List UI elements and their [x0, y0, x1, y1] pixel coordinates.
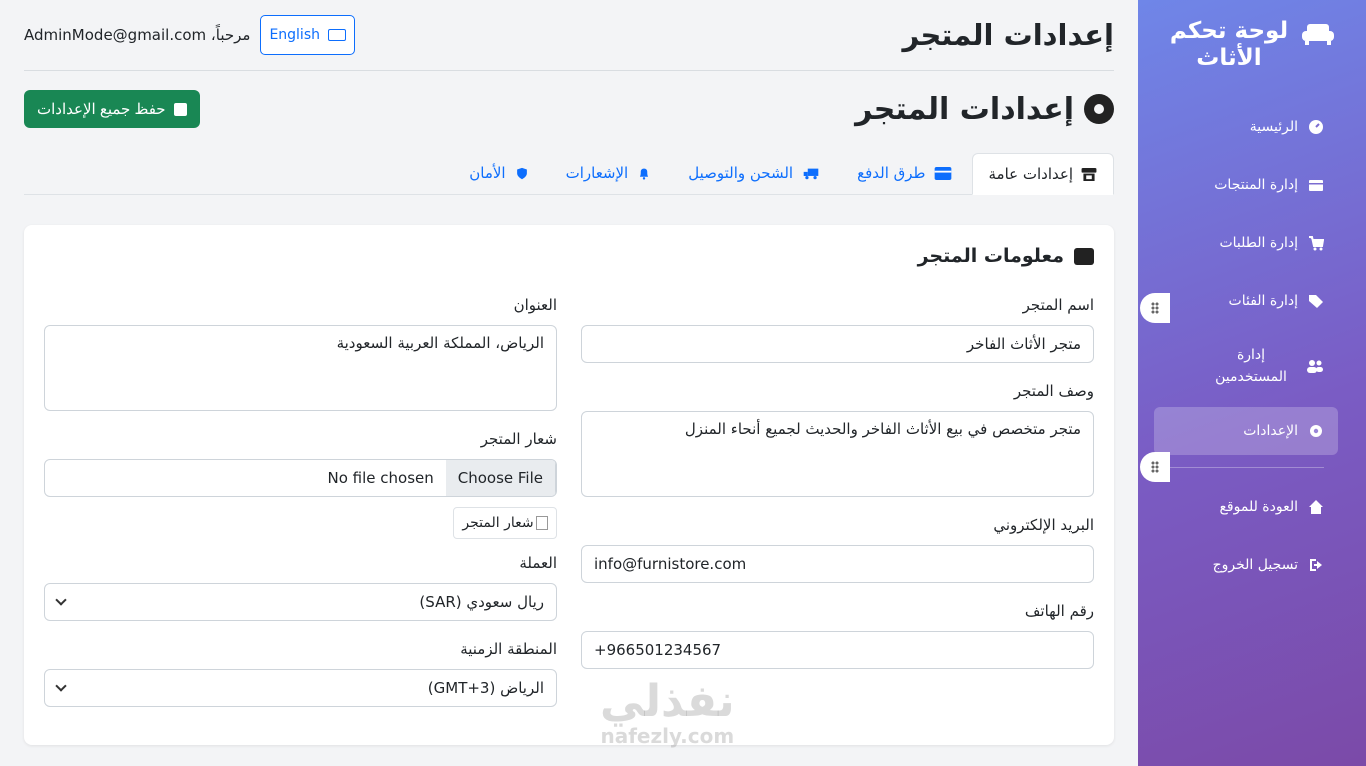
- sidebar-item-label: إدارة الفئات: [1228, 293, 1298, 309]
- currency-label: العملة: [519, 554, 557, 572]
- phone-input[interactable]: +966501234567: [581, 631, 1094, 669]
- credit-card-icon: [934, 166, 951, 180]
- phone-label: رقم الهاتف: [1024, 602, 1094, 620]
- tags-icon: [1309, 295, 1323, 308]
- tab-security[interactable]: الأمان: [453, 152, 545, 194]
- timezone-value: الرياض (GMT+3): [427, 679, 544, 697]
- top-bar: مرحباً، AdminMode@gmail.com English إعدا…: [24, 0, 1114, 71]
- grip-icon: [1151, 302, 1159, 314]
- sidebar-item-label: العودة للموقع: [1219, 499, 1298, 515]
- truck-icon: [803, 168, 819, 179]
- section-header: حفظ جميع الإعدادات إعدادات المتجر: [24, 71, 1114, 147]
- address-textarea[interactable]: الرياض، المملكة العربية السعودية: [44, 325, 557, 411]
- right-column: اسم المتجر متجر الأثاث الفاخر وصف المتجر…: [581, 295, 1094, 669]
- store-desc-textarea[interactable]: متجر متخصص في بيع الأثاث الفاخر والحديث …: [581, 411, 1094, 497]
- language-label: English: [269, 27, 320, 43]
- tab-label: إعدادات عامة: [988, 165, 1074, 183]
- file-status: No file chosen: [327, 469, 434, 487]
- address-label: العنوان: [513, 296, 557, 314]
- currency-value: ريال سعودي (SAR): [419, 593, 544, 611]
- tab-payment[interactable]: طرق الدفع: [841, 152, 967, 194]
- couch-icon: [1302, 24, 1334, 45]
- sidebar-item-home[interactable]: الرئيسية: [1154, 98, 1338, 156]
- sidebar-item-orders[interactable]: إدارة الطلبات: [1154, 214, 1338, 272]
- main-content: مرحباً، AdminMode@gmail.com English إعدا…: [24, 0, 1114, 745]
- greeting-text: مرحباً، AdminMode@gmail.com: [24, 26, 251, 44]
- settings-tabs: الأمان الإشعارات الشحن والتوصيل طرق الدف…: [24, 147, 1114, 195]
- watermark: نفذلي nafezly.com: [600, 676, 735, 749]
- sidebar-item-products[interactable]: إدارة المنتجات: [1154, 156, 1338, 214]
- choose-file-button[interactable]: Choose File: [445, 460, 556, 496]
- sidebar-item-back-to-site[interactable]: العودة للموقع: [1154, 478, 1338, 536]
- sidebar-item-users[interactable]: إدارة المستخدمين: [1154, 330, 1338, 402]
- currency-select[interactable]: ريال سعودي (SAR): [44, 583, 557, 621]
- gear-icon: [1084, 94, 1114, 124]
- cart-icon: [1309, 236, 1324, 251]
- sidebar: لوحة تحكم الأثاث الرئيسية إدارة المنتجات…: [1138, 0, 1366, 766]
- sidebar-item-logout[interactable]: تسجيل الخروج: [1154, 536, 1338, 594]
- store-icon: [1081, 167, 1097, 181]
- tab-label: الشحن والتوصيل: [688, 164, 794, 182]
- chevron-down-icon: [55, 594, 67, 606]
- store-icon: [1074, 247, 1094, 265]
- watermark-arabic: نفذلي: [600, 676, 735, 727]
- logo-alt-text: شعار المتجر: [462, 515, 534, 531]
- dashboard-icon: [1309, 120, 1323, 134]
- sidebar-divider: [1168, 467, 1324, 468]
- tab-label: طرق الدفع: [857, 164, 926, 182]
- chevron-down-icon: [55, 680, 67, 692]
- sidebar-item-label: الإعدادات: [1243, 423, 1298, 439]
- logo-file-input[interactable]: Choose File No file chosen: [44, 459, 557, 497]
- card-title-wrap: معلومات المتجر: [918, 245, 1094, 267]
- store-name-input[interactable]: متجر الأثاث الفاخر: [581, 325, 1094, 363]
- sidebar-title: لوحة تحكم الأثاث: [1169, 18, 1289, 71]
- left-column: العنوان الرياض، المملكة العربية السعودية…: [44, 295, 557, 707]
- sidebar-item-label: إدارة المستخدمين: [1215, 347, 1287, 385]
- box-icon: [1309, 180, 1323, 191]
- sidebar-item-label: إدارة الطلبات: [1219, 235, 1298, 251]
- section-title-wrap: إعدادات المتجر: [855, 92, 1114, 127]
- language-icon: [328, 29, 346, 41]
- sidebar-item-label: الرئيسية: [1249, 119, 1298, 135]
- grip-icon: [1151, 461, 1159, 473]
- bell-icon: [640, 168, 649, 180]
- logo-label: شعار المتجر: [480, 430, 557, 448]
- card-title: معلومات المتجر: [917, 245, 1064, 267]
- store-name-label: اسم المتجر: [1022, 296, 1094, 314]
- email-input[interactable]: info@furnistore.com: [581, 545, 1094, 583]
- user-area: مرحباً، AdminMode@gmail.com English: [24, 15, 355, 55]
- language-button[interactable]: English: [260, 15, 355, 55]
- tab-label: الأمان: [469, 164, 506, 182]
- gear-icon: [1310, 425, 1322, 437]
- logo-preview: شعار المتجر: [453, 507, 557, 539]
- tab-label: الإشعارات: [565, 164, 629, 182]
- save-all-label: حفظ جميع الإعدادات: [37, 101, 166, 118]
- drag-handle[interactable]: [1140, 293, 1170, 323]
- tab-general[interactable]: إعدادات عامة: [971, 153, 1114, 195]
- sidebar-item-label: تسجيل الخروج: [1212, 557, 1298, 573]
- section-title: إعدادات المتجر: [855, 91, 1074, 127]
- watermark-latin: nafezly.com: [600, 724, 735, 748]
- shield-icon: [516, 167, 527, 179]
- save-all-button[interactable]: حفظ جميع الإعدادات: [24, 90, 200, 128]
- tab-notifications[interactable]: الإشعارات: [550, 152, 669, 194]
- drag-handle[interactable]: [1140, 452, 1170, 482]
- tab-shipping[interactable]: الشحن والتوصيل: [672, 152, 837, 194]
- store-info-card: معلومات المتجر اسم المتجر متجر الأثاث ال…: [24, 225, 1114, 745]
- sidebar-brand: لوحة تحكم الأثاث: [1138, 0, 1366, 92]
- store-desc-label: وصف المتجر: [1013, 382, 1094, 400]
- home-icon: [1309, 500, 1323, 514]
- sidebar-item-label: إدارة المنتجات: [1214, 177, 1298, 193]
- logout-icon: [1310, 559, 1322, 571]
- users-icon: [1307, 360, 1323, 373]
- timezone-label: المنطقة الزمنية: [460, 640, 557, 658]
- sidebar-item-settings[interactable]: الإعدادات: [1154, 407, 1338, 455]
- timezone-select[interactable]: الرياض (GMT+3): [44, 669, 557, 707]
- sidebar-item-categories[interactable]: إدارة الفئات: [1154, 272, 1338, 330]
- sidebar-nav: الرئيسية إدارة المنتجات إدارة الطلبات إد…: [1154, 98, 1338, 594]
- page-title: إعدادات المتجر: [902, 18, 1114, 52]
- save-icon: [173, 102, 187, 116]
- broken-image-icon: [535, 516, 548, 530]
- email-label: البريد الإلكتروني: [993, 516, 1094, 534]
